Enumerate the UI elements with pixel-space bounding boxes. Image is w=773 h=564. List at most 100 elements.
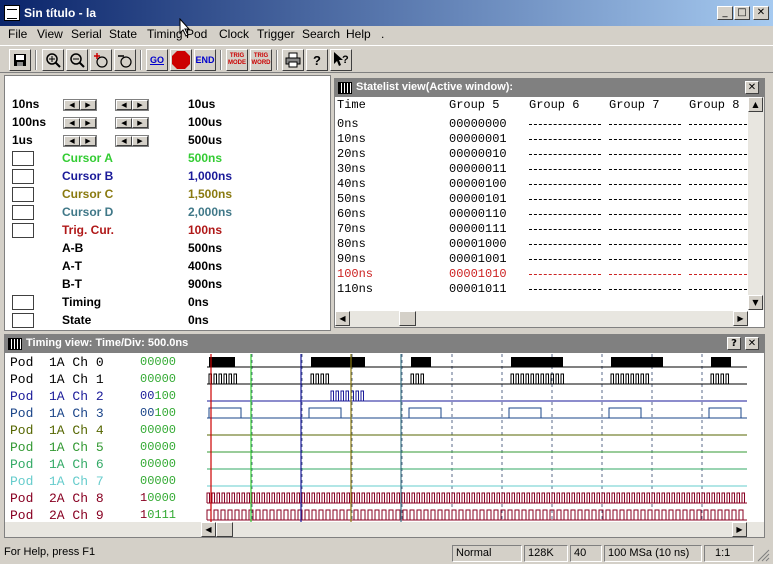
arrow-left-icon[interactable]: ◀ [116,118,132,128]
arrow-right-icon[interactable]: ▶ [132,118,148,128]
channel-row[interactable]: Pod 1A Ch 3 00100 [5,405,200,422]
menu-file[interactable]: File [8,27,27,41]
timing-scroll-right-button[interactable]: ▶ [732,522,747,537]
end-button[interactable]: END [194,49,216,71]
statelist-hscrollbar[interactable]: ◀ ▶ [335,311,748,327]
channel-row[interactable]: Pod 1A Ch 4 00000 [5,422,200,439]
menu-bar: File View Serial State Timing Pod Clock … [0,26,773,44]
resize-grip-icon[interactable] [757,549,770,562]
arrow-right-icon[interactable]: ▶ [132,100,148,110]
scale-stepper[interactable]: ◀ ▶ [115,117,149,129]
arrow-right-icon[interactable]: ▶ [80,136,96,146]
statelist-row[interactable]: 90ns 00001001 [335,252,747,267]
arrow-left-icon[interactable]: ◀ [64,100,80,110]
arrow-right-icon[interactable]: ▶ [80,118,96,128]
statelist-row[interactable]: 10ns 00000001 [335,132,747,147]
statelist-row[interactable]: 50ns 00000101 [335,192,747,207]
go-button[interactable]: GO [146,49,168,71]
cursor-checkbox[interactable] [12,295,34,310]
cursor-checkbox[interactable] [12,151,34,166]
statelist-row[interactable]: 80ns 00001000 [335,237,747,252]
statelist-column-header[interactable]: Time [337,98,366,112]
statelist-row[interactable]: 100ns 00001010 [335,267,747,282]
scroll-up-button[interactable]: ▲ [748,97,763,112]
stop-button[interactable] [170,49,192,71]
scroll-right-button[interactable]: ▶ [733,311,748,326]
channel-row[interactable]: Pod 1A Ch 5 00000 [5,439,200,456]
menu-state[interactable]: State [109,27,137,41]
trace-pulse [645,373,649,384]
menu-view[interactable]: View [37,27,63,41]
channel-row[interactable]: Pod 1A Ch 6 00000 [5,456,200,473]
arrow-left-icon[interactable]: ◀ [116,100,132,110]
statelist-row[interactable]: 70ns 00000111 [335,222,747,237]
arrow-left-icon[interactable]: ◀ [116,136,132,146]
trig-mode-button[interactable]: TRIG MODE [226,49,248,71]
hscroll-thumb[interactable] [399,311,416,326]
close-button[interactable]: ✕ [753,6,769,20]
scale-stepper[interactable]: ◀ ▶ [63,99,97,111]
menu-timing[interactable]: Timing [147,27,183,41]
statelist-row[interactable]: 60ns 00000110 [335,207,747,222]
cursors-label: Cursor B [62,169,114,183]
menu-serial[interactable]: Serial [71,27,102,41]
add-marker-button[interactable] [90,49,112,71]
menu-help[interactable]: Help [346,27,371,41]
statelist-row[interactable]: 20ns 00000010 [335,147,747,162]
minimize-button[interactable]: _ [717,6,733,20]
statelist-vscrollbar[interactable]: ▲ ▼ [748,97,764,310]
timing-scroll-left-button[interactable]: ◀ [201,522,216,537]
trace-pulse [286,492,290,503]
maximize-button[interactable]: □ [734,6,750,20]
scale-stepper[interactable]: ◀ ▶ [63,117,97,129]
remove-marker-button[interactable] [114,49,136,71]
statelist-column-header[interactable]: Group 5 [449,98,499,112]
cursor-checkbox[interactable] [12,205,34,220]
menu-trigger[interactable]: Trigger [257,27,295,41]
timing-close-button[interactable]: ✕ [745,337,759,350]
channel-row[interactable]: Pod 1A Ch 2 00100 [5,388,200,405]
scale-stepper[interactable]: ◀ ▶ [115,99,149,111]
timing-help-button[interactable]: ? [727,337,741,350]
cursor-checkbox[interactable] [12,223,34,238]
statelist-row[interactable]: 110ns 00001011 [335,282,747,297]
channel-row[interactable]: Pod 1A Ch 0 00000 [5,354,200,371]
statelist-close-button[interactable]: ✕ [745,81,759,94]
channel-row[interactable]: Pod 2A Ch 9 10111 [5,507,200,522]
scale-stepper[interactable]: ◀ ▶ [63,135,97,147]
channel-row[interactable]: Pod 1A Ch 1 00000 [5,371,200,388]
zoom-out-button[interactable] [66,49,88,71]
save-button[interactable] [9,49,31,71]
statelist-row[interactable]: 40ns 00000100 [335,177,747,192]
waveform-area[interactable] [201,354,747,522]
trace-pulse [551,492,555,503]
statelist-column-header[interactable]: Group 7 [609,98,659,112]
channel-row[interactable]: Pod 1A Ch 7 00000 [5,473,200,490]
scale-stepper[interactable]: ◀ ▶ [115,135,149,147]
help-button[interactable]: ? [306,49,328,71]
timing-hscroll-thumb[interactable] [216,522,233,537]
timing-hscrollbar[interactable]: ◀ ▶ [5,522,764,537]
menu-clock[interactable]: Clock [219,27,249,41]
cursor-checkbox[interactable] [12,313,34,328]
statelist-row[interactable]: 0ns 00000000 [335,117,747,132]
arrow-left-icon[interactable]: ◀ [64,136,80,146]
arrow-right-icon[interactable]: ▶ [132,136,148,146]
trig-word-button[interactable]: TRIG WORD [250,49,272,71]
arrow-left-icon[interactable]: ◀ [64,118,80,128]
scroll-left-button[interactable]: ◀ [335,311,350,326]
menu-search[interactable]: Search [302,27,340,41]
channel-row[interactable]: Pod 2A Ch 8 10000 [5,490,200,507]
statelist-column-header[interactable]: Group 8 [689,98,739,112]
print-button[interactable] [282,49,304,71]
menu-extra[interactable]: . [381,27,384,41]
scroll-down-button[interactable]: ▼ [748,295,763,310]
context-help-button[interactable]: ? [330,49,352,71]
cursor-checkbox[interactable] [12,187,34,202]
status-count: 40 [570,545,602,562]
zoom-in-button[interactable] [42,49,64,71]
arrow-right-icon[interactable]: ▶ [80,100,96,110]
cursor-checkbox[interactable] [12,169,34,184]
statelist-row[interactable]: 30ns 00000011 [335,162,747,177]
statelist-column-header[interactable]: Group 6 [529,98,579,112]
